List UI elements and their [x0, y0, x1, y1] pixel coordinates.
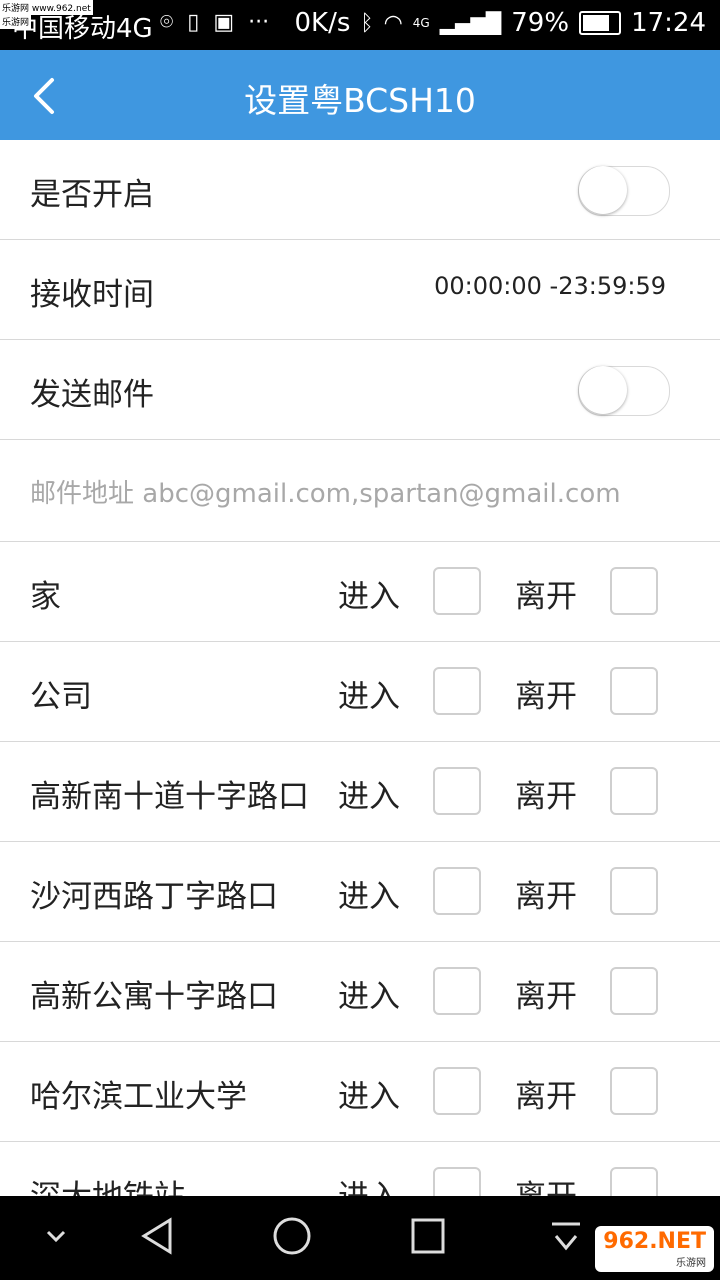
enter-checkbox[interactable]	[433, 567, 481, 615]
location-name: 哈尔滨工业大学	[30, 1079, 247, 1115]
recents-square-icon[interactable]	[410, 1216, 446, 1256]
toggle-knob	[579, 166, 627, 214]
enter-checkbox[interactable]	[433, 767, 481, 815]
sim-icon: ▯	[187, 10, 200, 35]
leave-checkbox[interactable]	[610, 867, 658, 915]
bluetooth-icon: ᛒ	[360, 10, 374, 36]
list-item: 高新公寓十字路口 进入 离开	[0, 942, 720, 1042]
watermark: 乐游网 www.962.net	[0, 0, 93, 15]
enter-label: 进入	[338, 579, 400, 615]
clock: 17:24	[631, 8, 706, 38]
watermark-badge: 962.NET 乐游网	[595, 1226, 714, 1272]
chevron-down-icon[interactable]	[44, 1226, 68, 1246]
enter-label: 进入	[338, 879, 400, 915]
list-item: 家 进入 离开	[0, 542, 720, 642]
enter-label: 进入	[338, 679, 400, 715]
list-item: 公司 进入 离开	[0, 642, 720, 742]
toggle-knob	[579, 366, 627, 414]
time-value: 00:00:00 -23:59:59	[434, 272, 666, 300]
location-name: 沙河西路丁字路口	[30, 879, 278, 915]
location-name: 家	[30, 579, 61, 615]
app-bar: 设置粤BCSH10	[0, 50, 720, 140]
location-icon: ⌾	[160, 10, 174, 35]
net-speed: 0K/s	[294, 8, 351, 38]
email-field[interactable]: 邮件地址 abc@gmail.com,spartan@gmail.com	[0, 440, 720, 542]
enter-label: 进入	[338, 1079, 400, 1115]
leave-label: 离开	[515, 579, 577, 615]
mail-label: 发送邮件	[30, 377, 154, 413]
enter-checkbox[interactable]	[433, 667, 481, 715]
status-bar: 中国移动4G ⌾ ▯ ▣ ··· 0K/s ᛒ ◠ 4G ▂▄▆█ 79% 17…	[0, 0, 720, 50]
list-item: 高新南十道十字路口 进入 离开	[0, 742, 720, 842]
page-title: 设置粤BCSH10	[244, 81, 476, 120]
list-item: 哈尔滨工业大学 进入 离开	[0, 1042, 720, 1142]
back-triangle-icon[interactable]	[140, 1216, 176, 1256]
list-item: 沙河西路丁字路口 进入 离开	[0, 842, 720, 942]
leave-checkbox[interactable]	[610, 767, 658, 815]
enable-label: 是否开启	[30, 177, 154, 213]
status-right: 0K/s ᛒ ◠ 4G ▂▄▆█ 79% 17:24	[294, 8, 706, 38]
enable-row: 是否开启	[0, 140, 720, 240]
enter-label: 进入	[338, 779, 400, 815]
time-label: 接收时间	[30, 277, 154, 313]
leave-label: 离开	[515, 779, 577, 815]
mail-toggle[interactable]	[578, 366, 670, 416]
leave-label: 离开	[515, 679, 577, 715]
leave-label: 离开	[515, 979, 577, 1015]
battery-icon	[579, 11, 622, 35]
leave-label: 离开	[515, 1079, 577, 1115]
home-circle-icon[interactable]	[272, 1216, 312, 1256]
location-name: 公司	[30, 679, 92, 715]
location-name: 高新公寓十字路口	[30, 979, 278, 1015]
network-label: 4G	[412, 16, 430, 30]
email-placeholder: 邮件地址 abc@gmail.com,spartan@gmail.com	[30, 479, 621, 509]
enter-label: 进入	[338, 979, 400, 1015]
mail-row: 发送邮件	[0, 340, 720, 440]
leave-checkbox[interactable]	[610, 967, 658, 1015]
image-icon: ▣	[213, 10, 235, 35]
battery-percent: 79%	[511, 8, 570, 38]
badge-sub: 乐游网	[676, 1258, 706, 1269]
enter-checkbox[interactable]	[433, 867, 481, 915]
enter-checkbox[interactable]	[433, 967, 481, 1015]
leave-label: 离开	[515, 879, 577, 915]
badge-text: 962.NET	[603, 1229, 706, 1254]
watermark-sub: 乐游网	[0, 14, 32, 29]
leave-checkbox[interactable]	[610, 667, 658, 715]
notification-pull-icon[interactable]	[548, 1216, 584, 1256]
leave-checkbox[interactable]	[610, 567, 658, 615]
signal-icon: ▂▄▆█	[439, 11, 502, 35]
enter-checkbox[interactable]	[433, 1067, 481, 1115]
more-icon: ···	[248, 10, 270, 35]
leave-checkbox[interactable]	[610, 1067, 658, 1115]
status-icons: ⌾ ▯ ▣ ···	[160, 10, 269, 35]
location-name: 高新南十道十字路口	[30, 779, 309, 815]
enable-toggle[interactable]	[578, 166, 670, 216]
time-row[interactable]: 接收时间 00:00:00 -23:59:59	[0, 240, 720, 340]
wifi-icon: ◠	[383, 10, 403, 36]
